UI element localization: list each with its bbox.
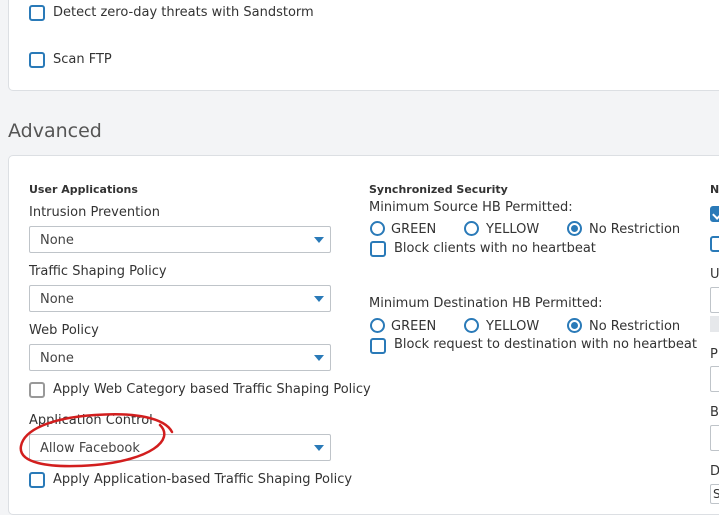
application-control-select[interactable]: Allow Facebook — [29, 434, 331, 461]
web-category-tsp-label: Apply Web Category based Traffic Shaping… — [53, 382, 371, 397]
nat-option-checkbox-checked[interactable] — [710, 206, 719, 222]
dest-no-restriction-radio[interactable] — [567, 318, 582, 333]
chevron-down-icon — [314, 355, 324, 361]
intrusion-prevention-select[interactable]: None — [29, 226, 331, 253]
source-green-label: GREEN — [391, 222, 437, 237]
nat-u-input[interactable] — [710, 287, 719, 313]
nat-u-label-partial: U — [710, 267, 719, 282]
scan-ftp-label: Scan FTP — [53, 52, 112, 67]
chevron-down-icon — [314, 237, 324, 243]
application-control-value: Allow Facebook — [40, 441, 140, 456]
block-clients-checkbox[interactable] — [370, 241, 386, 257]
sandstorm-checkbox[interactable] — [29, 5, 45, 21]
min-dest-hb-label: Minimum Destination HB Permitted: — [369, 296, 603, 311]
traffic-shaping-label: Traffic Shaping Policy — [29, 264, 167, 279]
chevron-down-icon — [314, 445, 324, 451]
source-no-restriction-label: No Restriction — [589, 222, 681, 237]
app-based-tsp-label: Apply Application-based Traffic Shaping … — [53, 472, 353, 487]
traffic-shaping-value: None — [40, 292, 74, 307]
nat-heading-partial: N — [710, 183, 719, 196]
web-policy-label: Web Policy — [29, 323, 99, 338]
source-no-restriction-radio[interactable] — [567, 221, 582, 236]
intrusion-prevention-value: None — [40, 233, 74, 248]
web-policy-value: None — [40, 351, 74, 366]
dest-green-label: GREEN — [391, 319, 437, 334]
sandstorm-label: Detect zero-day threats with Sandstorm — [53, 5, 314, 20]
block-clients-label: Block clients with no heartbeat — [394, 241, 596, 256]
dest-yellow-label: YELLOW — [486, 319, 540, 334]
source-yellow-label: YELLOW — [486, 222, 540, 237]
dest-green-radio[interactable] — [370, 318, 385, 333]
nat-d-value-partial: S — [713, 487, 719, 501]
app-based-tsp-checkbox[interactable] — [29, 472, 45, 488]
block-request-label: Block request to destination with no hea… — [394, 337, 697, 352]
section-title-advanced: Advanced — [8, 120, 102, 142]
nat-b-label-partial: B — [710, 405, 719, 420]
nat-d-input[interactable]: S — [710, 484, 719, 504]
scan-ftp-checkbox[interactable] — [29, 52, 45, 68]
nat-p-input[interactable] — [710, 366, 719, 392]
nat-u-addon — [710, 316, 719, 332]
min-source-hb-label: Minimum Source HB Permitted: — [369, 200, 573, 215]
user-applications-heading: User Applications — [29, 183, 138, 196]
source-green-radio[interactable] — [370, 221, 385, 236]
block-request-checkbox[interactable] — [370, 338, 386, 354]
source-yellow-radio[interactable] — [464, 221, 479, 236]
application-control-label: Application Control — [29, 413, 153, 428]
dest-no-restriction-label: No Restriction — [589, 319, 681, 334]
traffic-shaping-select[interactable]: None — [29, 285, 331, 312]
intrusion-prevention-label: Intrusion Prevention — [29, 205, 160, 220]
dest-yellow-radio[interactable] — [464, 318, 479, 333]
web-category-tsp-checkbox[interactable] — [29, 382, 45, 398]
nat-d-label-partial: D — [710, 464, 719, 479]
nat-option-checkbox[interactable] — [710, 236, 719, 252]
chevron-down-icon — [314, 296, 324, 302]
nat-p-label-partial: P — [710, 347, 718, 362]
synchronized-security-heading: Synchronized Security — [369, 183, 508, 196]
nat-b-input[interactable] — [710, 425, 719, 451]
web-policy-select[interactable]: None — [29, 344, 331, 371]
